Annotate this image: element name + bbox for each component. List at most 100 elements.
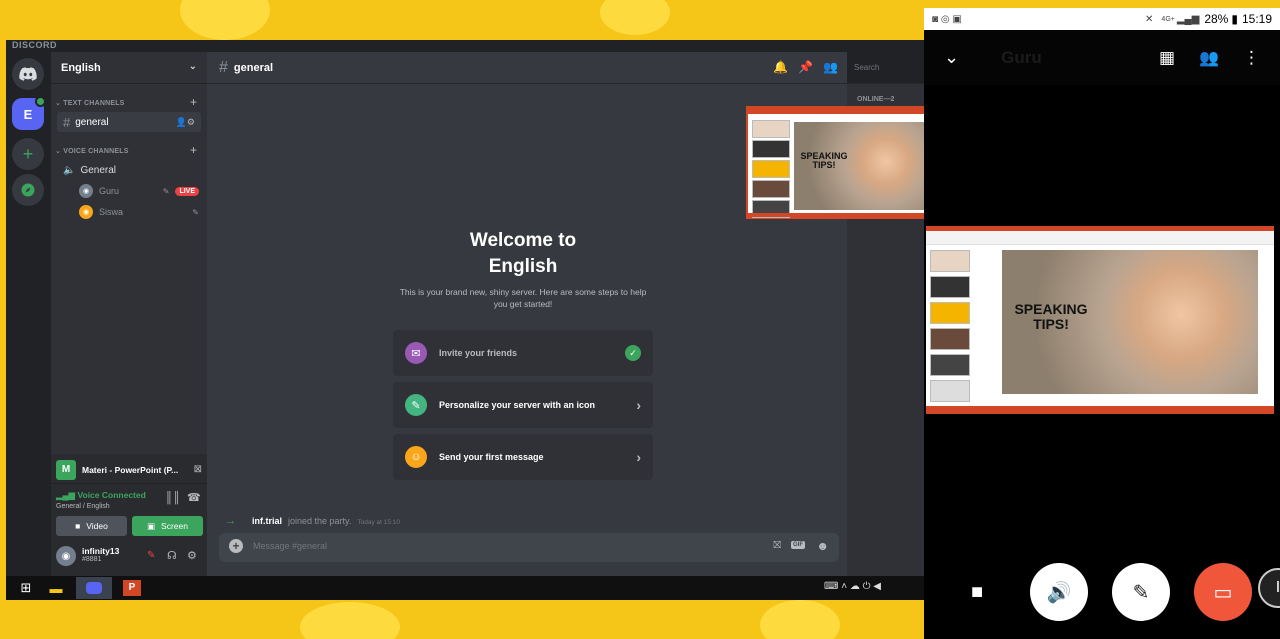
create-channel-icon[interactable]: + xyxy=(190,95,197,109)
checkmark-icon: ✓ xyxy=(625,345,641,361)
category-voice-channels[interactable]: ⌄ VOICE CHANNELS xyxy=(55,147,129,155)
gif-icon[interactable]: GIF xyxy=(791,541,805,549)
activity-icon: M xyxy=(56,459,76,480)
participants-icon[interactable]: 👥 xyxy=(1199,48,1219,68)
server-name: English xyxy=(61,62,101,74)
video-button[interactable]: ■ Video xyxy=(56,516,127,536)
welcome-subtitle: This is your brand new, shiny server. He… xyxy=(399,287,647,309)
user-panel: M Materi - PowerPoint (P... ⊠ ▂▄▆ Voice … xyxy=(51,454,207,576)
home-button[interactable] xyxy=(12,58,44,90)
search-input[interactable]: Search xyxy=(849,60,924,75)
server-header[interactable]: English ⌄ xyxy=(51,52,207,84)
grid-view-icon[interactable]: ▦ xyxy=(1159,48,1175,68)
windows-taskbar: ⊞ ▬ P ⌨ ˄ ☁ ⏻ ◀ xyxy=(6,576,924,600)
desktop-screen-share: DISCORD E + English ⌄ ⌄ TEXT CHANNELS + … xyxy=(6,40,924,600)
add-server-button[interactable]: + xyxy=(12,138,44,170)
call-title: Guru xyxy=(1001,47,1042,67)
live-badge: LIVE xyxy=(175,186,199,196)
watermark-logo: I xyxy=(1258,568,1280,608)
mic-muted-icon[interactable]: ✎ xyxy=(147,550,155,561)
noise-suppression-icon[interactable]: ║║ xyxy=(165,492,181,504)
stop-screen-share-button[interactable]: ▭ xyxy=(1194,563,1252,621)
category-text-channels[interactable]: ⌄ TEXT CHANNELS xyxy=(55,99,125,107)
camera-icon: ■ xyxy=(75,521,81,531)
powerpoint-taskbar-icon[interactable]: P xyxy=(114,577,150,599)
step-invite-friends[interactable]: ✉ Invite your friends ✓ xyxy=(393,330,653,376)
user-info: infinity13 #8881 xyxy=(82,546,120,563)
screen-share-stream[interactable]: SPEAKING TIPS! xyxy=(926,226,1274,414)
gear-icon[interactable]: ⚙ xyxy=(187,549,197,562)
file-explorer-icon[interactable]: ▬ xyxy=(38,577,74,599)
compass-icon xyxy=(21,183,35,197)
battery-icon: ▮ xyxy=(1231,12,1238,26)
pin-icon[interactable]: 📌 xyxy=(798,60,813,74)
live-indicator-icon xyxy=(35,96,46,107)
battery-level: 28% xyxy=(1204,12,1229,26)
chevron-right-icon: › xyxy=(636,449,641,465)
call-header: ⌄ Guru ▦ 👥 ⋮ xyxy=(924,30,1280,85)
voice-location: General / English xyxy=(56,503,110,510)
screen-share-preview[interactable]: SPEAKING TIPS! xyxy=(746,106,924,219)
slide-title: SPEAKING TIPS! xyxy=(1014,301,1088,332)
mute-mic-button[interactable]: ✎ xyxy=(1112,563,1170,621)
channel-label: general xyxy=(75,116,109,128)
plus-icon[interactable]: + xyxy=(229,539,243,553)
speaker-icon: 🔈 xyxy=(63,164,76,176)
signal-icon: ▂▄▆ xyxy=(56,490,78,500)
channel-header-title: general xyxy=(233,61,274,74)
screen-button[interactable]: ▣ Screen xyxy=(132,516,203,536)
arrow-right-icon: → xyxy=(225,515,236,527)
speaker-button[interactable]: 🔊 xyxy=(1030,563,1088,621)
more-options-icon[interactable]: ⋮ xyxy=(1243,48,1260,68)
avatar[interactable]: ◉ xyxy=(56,546,76,566)
invite-friends-icon: ✉ xyxy=(405,342,427,364)
avatar: ◉ xyxy=(79,184,93,198)
message-placeholder: Message #general xyxy=(253,541,328,551)
close-icon[interactable]: ⊠ xyxy=(194,464,202,475)
app-brand: DISCORD xyxy=(12,40,58,50)
camera-toggle-button[interactable]: ■ xyxy=(948,563,1006,621)
explore-servers-button[interactable] xyxy=(12,174,44,206)
voice-user-siswa[interactable]: ◉ Siswa ✎ xyxy=(79,203,199,221)
clock: 15:19 xyxy=(1241,12,1272,26)
screen-share-icon: ▣ xyxy=(147,520,156,531)
hash-icon: # xyxy=(63,114,71,130)
message-input[interactable]: + Message #general ⛝ GIF ☻ xyxy=(219,533,839,562)
mute-icon: ✕ xyxy=(1145,13,1154,25)
chat-bubble-icon: ☺ xyxy=(405,446,427,468)
paint-icon: ✎ xyxy=(405,394,427,416)
members-icon[interactable]: 👥 xyxy=(823,60,838,74)
disconnect-icon[interactable]: ☎ xyxy=(187,491,201,504)
welcome-title: Welcome to English xyxy=(469,230,577,277)
chevron-down-icon[interactable]: ⌄ xyxy=(944,47,959,68)
bell-icon[interactable]: 🔔 xyxy=(773,60,788,74)
status-strip xyxy=(926,406,1274,414)
discord-taskbar-icon[interactable] xyxy=(76,577,112,599)
activity-bar[interactable]: M Materi - PowerPoint (P... ⊠ xyxy=(51,456,207,484)
title-bar xyxy=(748,108,924,114)
step-personalize-server[interactable]: ✎ Personalize your server with an icon › xyxy=(393,382,653,428)
headphones-icon[interactable]: ☊ xyxy=(167,549,177,562)
discord-logo-icon xyxy=(19,67,37,81)
voice-channel-label: General xyxy=(80,164,117,176)
voice-user-guru[interactable]: ◉ Guru ✎ LIVE xyxy=(79,182,199,200)
keyboard-icon[interactable]: ⌨ ˄ ☁ ⏻ ◀ xyxy=(824,581,881,592)
step-first-message[interactable]: ☺ Send your first message › xyxy=(393,434,653,480)
gift-icon[interactable]: ⛝ xyxy=(773,540,781,551)
avatar: ◉ xyxy=(79,205,93,219)
hash-icon: # xyxy=(219,58,228,76)
invite-settings-icon[interactable]: 👤⚙ xyxy=(176,117,195,128)
voice-channel-general[interactable]: 🔈 General xyxy=(57,160,201,180)
create-voice-channel-icon[interactable]: + xyxy=(190,143,197,157)
system-message: → inf.trial joined the party. Today at 1… xyxy=(225,515,401,527)
server-icon-english[interactable]: E xyxy=(12,96,46,130)
notification-icons: ◙ ◎ ▣ xyxy=(932,13,962,25)
slide-title: SPEAKING TIPS! xyxy=(800,151,848,171)
emoji-icon[interactable]: ☻ xyxy=(816,539,829,553)
status-bar: ◙ ◎ ▣ ✕ 4G+ ▂▄▆ 28% ▮ 15:19 xyxy=(924,8,1280,30)
channel-item-general[interactable]: # general 👤⚙ xyxy=(57,112,201,132)
chevron-right-icon: › xyxy=(636,397,641,413)
phone-call-screen: ◙ ◎ ▣ ✕ 4G+ ▂▄▆ 28% ▮ 15:19 ⌄ Guru ▦ 👥 ⋮… xyxy=(924,8,1280,639)
server-initial: E xyxy=(23,106,33,122)
channel-sidebar: English ⌄ ⌄ TEXT CHANNELS + # general 👤⚙… xyxy=(51,52,207,576)
